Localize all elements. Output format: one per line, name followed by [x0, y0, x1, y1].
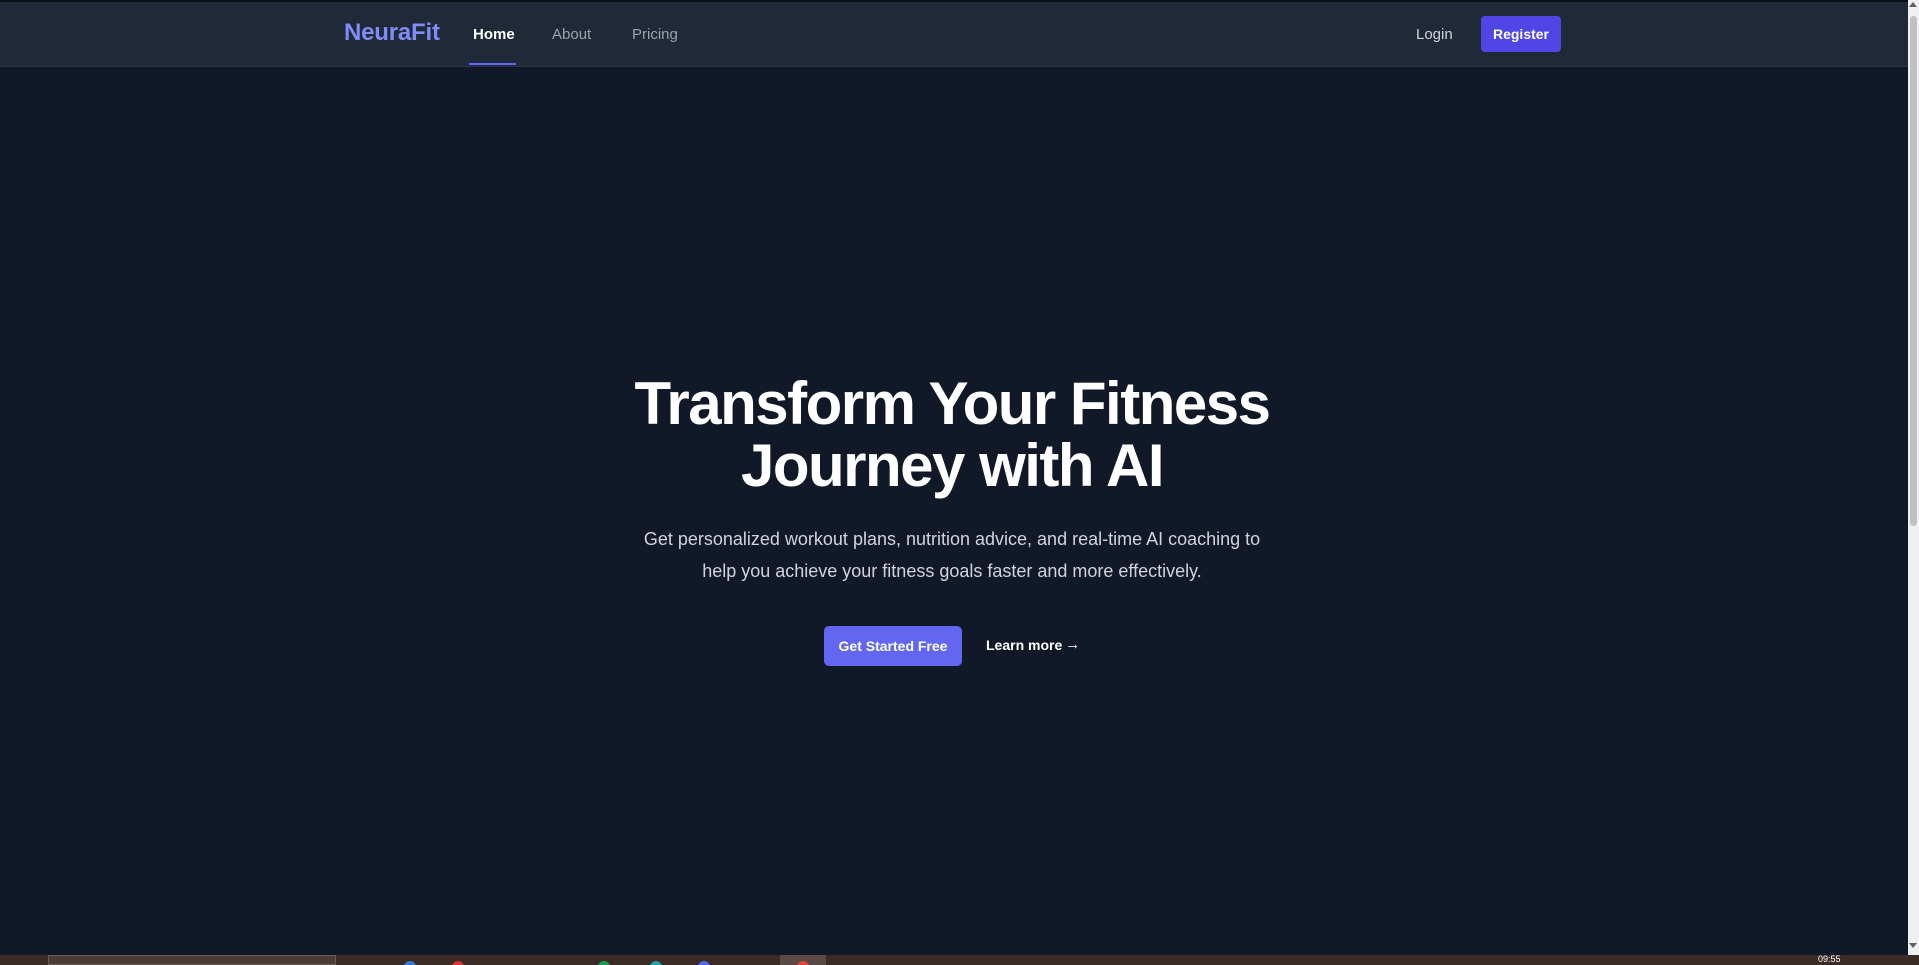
hero-subtitle-line-2: help you achieve your fitness goals fast… — [702, 561, 1202, 581]
hero-title: Transform Your Fitness Journey with AI — [552, 373, 1352, 497]
scroll-up-arrow-icon[interactable] — [1909, 2, 1917, 7]
register-button[interactable]: Register — [1481, 16, 1561, 52]
nav-active-indicator — [469, 63, 516, 65]
taskbar-app-icon[interactable] — [598, 961, 610, 965]
learn-more-link[interactable]: Learn more → — [986, 636, 1080, 653]
page: NeuraFit Home About Pricing Login Regist… — [0, 0, 1919, 965]
taskbar-app-icon[interactable] — [452, 961, 464, 965]
navbar: NeuraFit Home About Pricing Login Regist… — [0, 2, 1908, 67]
taskbar-clock: 09:55 — [1818, 954, 1841, 964]
hero-subtitle: Get personalized workout plans, nutritio… — [600, 523, 1304, 587]
nav-link-pricing[interactable]: Pricing — [632, 26, 678, 43]
taskbar-app-icon[interactable] — [650, 961, 662, 965]
scroll-down-arrow-icon[interactable] — [1909, 943, 1917, 948]
hero-title-line-2: Journey with AI — [741, 432, 1165, 499]
taskbar-active-app[interactable] — [780, 955, 826, 965]
nav-link-about[interactable]: About — [552, 26, 591, 43]
os-taskbar: 09:55 — [0, 955, 1919, 965]
get-started-button[interactable]: Get Started Free — [824, 626, 962, 666]
taskbar-search-box[interactable] — [48, 955, 336, 965]
login-link[interactable]: Login — [1416, 26, 1453, 43]
learn-more-label: Learn more — [986, 636, 1063, 653]
hero-subtitle-line-1: Get personalized workout plans, nutritio… — [643, 529, 1261, 549]
browser-icon — [797, 961, 809, 965]
arrow-right-icon: → — [1065, 636, 1081, 653]
hero-title-line-1: Transform Your Fitness — [634, 370, 1271, 437]
scrollbar-thumb[interactable] — [1910, 16, 1917, 526]
taskbar-app-icon[interactable] — [698, 961, 710, 965]
taskbar-app-icon[interactable] — [404, 961, 416, 965]
brand-logo[interactable]: NeuraFit — [344, 19, 440, 47]
nav-link-home[interactable]: Home — [473, 26, 515, 43]
